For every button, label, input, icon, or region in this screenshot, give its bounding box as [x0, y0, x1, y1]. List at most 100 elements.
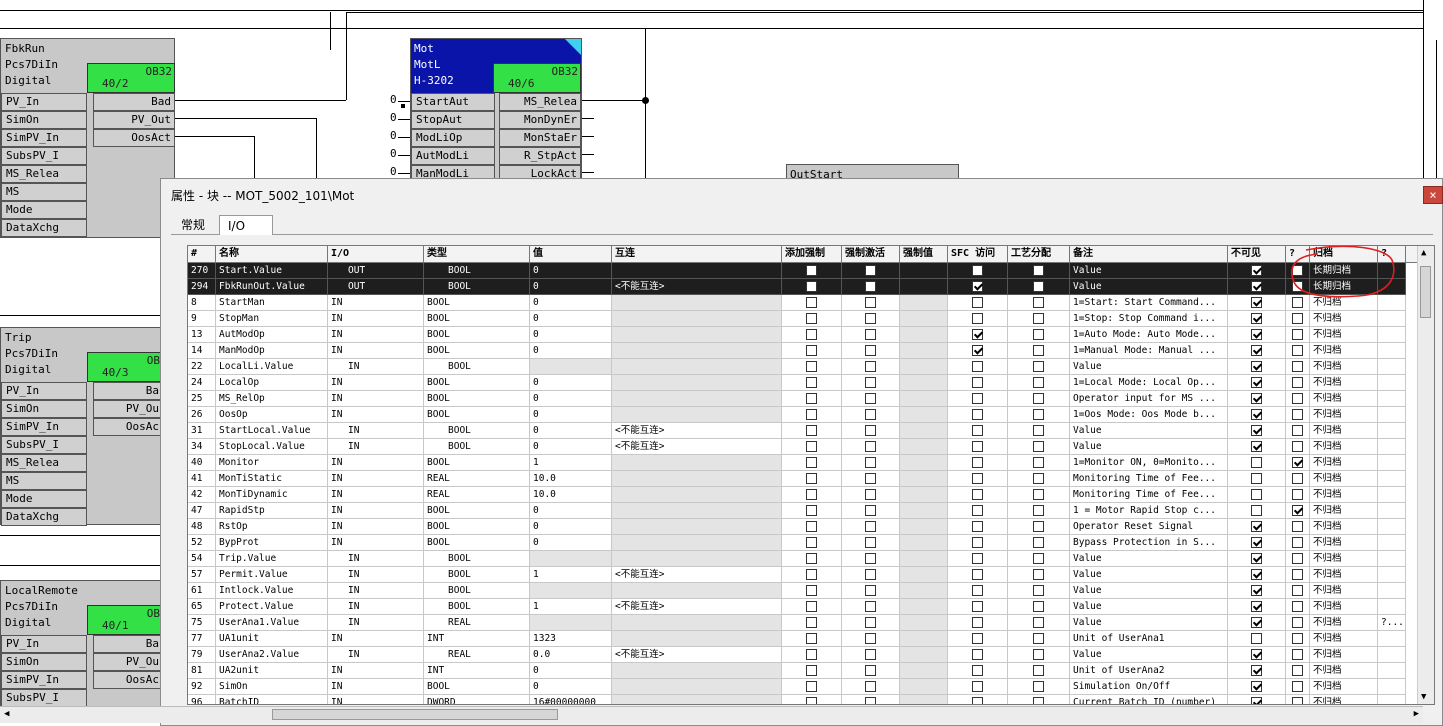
cell-invisible[interactable] — [1228, 647, 1286, 663]
cell-index[interactable]: 57 — [188, 567, 216, 583]
checkbox[interactable] — [972, 601, 983, 612]
checkbox[interactable] — [806, 425, 817, 436]
cell-type[interactable]: BOOL — [424, 311, 530, 327]
cell-index[interactable]: 9 — [188, 311, 216, 327]
checkbox[interactable] — [1251, 681, 1262, 692]
cell-force-value[interactable] — [900, 327, 948, 343]
cell-force-value[interactable] — [900, 631, 948, 647]
scroll-up-arrow[interactable]: ▲ — [1421, 248, 1426, 258]
output-pin[interactable]: R_StpAct — [499, 147, 581, 165]
cell-interconnection[interactable] — [612, 327, 782, 343]
cell-tech-assign[interactable] — [1008, 679, 1070, 695]
cell-interconnection[interactable] — [612, 695, 782, 704]
input-pin[interactable]: ModLiOp — [411, 129, 495, 147]
cell-add-force[interactable] — [782, 295, 842, 311]
checkbox[interactable] — [1033, 377, 1044, 388]
cell-add-force[interactable] — [782, 359, 842, 375]
input-pin[interactable]: SimPV_In — [1, 418, 87, 436]
cell-io[interactable]: IN — [328, 583, 424, 599]
cell-force-value[interactable] — [900, 535, 948, 551]
checkbox[interactable] — [1033, 569, 1044, 580]
cell-force-active[interactable] — [842, 615, 900, 631]
checkbox[interactable] — [1251, 569, 1262, 580]
cell-q[interactable] — [1286, 439, 1310, 455]
table-row[interactable]: 22 LocalLi.Value IN BOOL Value 不归档 — [188, 359, 1418, 375]
cell-io[interactable]: IN — [328, 407, 424, 423]
checkbox[interactable] — [1251, 473, 1262, 484]
cell-type[interactable]: BOOL — [424, 423, 530, 439]
input-pin[interactable]: SimPV_In — [1, 129, 87, 147]
checkbox[interactable] — [972, 265, 983, 276]
cell-force-active[interactable] — [842, 391, 900, 407]
cell-value[interactable]: 10.0 — [530, 471, 612, 487]
checkbox[interactable] — [865, 633, 876, 644]
cell-force-value[interactable] — [900, 583, 948, 599]
checkbox[interactable] — [1251, 361, 1262, 372]
cell-value[interactable]: 0 — [530, 535, 612, 551]
cell-comment[interactable]: Monitoring Time of Fee... — [1070, 487, 1228, 503]
checkbox[interactable] — [865, 505, 876, 516]
cell-name[interactable]: RapidStp — [216, 503, 328, 519]
column-header[interactable]: 互连 — [612, 246, 782, 262]
checkbox[interactable] — [1292, 409, 1303, 420]
cell-type[interactable]: BOOL — [424, 583, 530, 599]
cell-invisible[interactable] — [1228, 567, 1286, 583]
checkbox[interactable] — [1033, 441, 1044, 452]
cell-name[interactable]: Permit.Value — [216, 567, 328, 583]
checkbox[interactable] — [972, 665, 983, 676]
checkbox[interactable] — [865, 521, 876, 532]
checkbox[interactable] — [1292, 329, 1303, 340]
checkbox[interactable] — [1033, 697, 1044, 704]
checkbox[interactable] — [972, 489, 983, 500]
output-pin[interactable]: Bad — [93, 93, 175, 111]
checkbox[interactable] — [1251, 617, 1262, 628]
cell-name[interactable]: UserAna2.Value — [216, 647, 328, 663]
column-header[interactable]: # — [188, 246, 216, 262]
cell-extra[interactable] — [1378, 551, 1406, 567]
column-header[interactable]: 不可见 — [1228, 246, 1286, 262]
checkbox[interactable] — [972, 441, 983, 452]
output-pin[interactable]: OosAct — [93, 129, 175, 147]
output-pin[interactable]: MS_Relea — [499, 93, 581, 111]
cell-io[interactable]: IN — [328, 423, 424, 439]
function-block-trip[interactable]: Trip Pcs7DiIn Digital OB 40/3 PV_In SimO… — [0, 327, 163, 526]
cell-type[interactable]: REAL — [424, 615, 530, 631]
cell-q[interactable] — [1286, 343, 1310, 359]
cell-extra[interactable] — [1378, 663, 1406, 679]
cell-extra[interactable] — [1378, 391, 1406, 407]
cell-io[interactable]: IN — [328, 647, 424, 663]
checkbox[interactable] — [865, 393, 876, 404]
cell-name[interactable]: BypProt — [216, 535, 328, 551]
cell-value[interactable]: 0 — [530, 519, 612, 535]
cell-invisible[interactable] — [1228, 599, 1286, 615]
checkbox[interactable] — [1292, 553, 1303, 564]
cell-tech-assign[interactable] — [1008, 519, 1070, 535]
checkbox[interactable] — [972, 313, 983, 324]
checkbox[interactable] — [1033, 489, 1044, 500]
cell-force-active[interactable] — [842, 407, 900, 423]
cell-invisible[interactable] — [1228, 471, 1286, 487]
cell-sfc-access[interactable] — [948, 567, 1008, 583]
cell-name[interactable]: UserAna1.Value — [216, 615, 328, 631]
table-row[interactable]: 65 Protect.Value IN BOOL 1 <不能互连> Value 不归档 — [188, 599, 1418, 615]
cell-name[interactable]: MonTiStatic — [216, 471, 328, 487]
cell-comment[interactable]: 1=Local Mode: Local Op... — [1070, 375, 1228, 391]
cell-type[interactable]: BOOL — [424, 343, 530, 359]
cell-index[interactable]: 40 — [188, 455, 216, 471]
checkbox[interactable] — [865, 489, 876, 500]
checkbox[interactable] — [1251, 409, 1262, 420]
checkbox[interactable] — [1033, 457, 1044, 468]
table-row[interactable]: 24 LocalOp IN BOOL 0 1=Local Mode: Local Op..… — [188, 375, 1418, 391]
cell-interconnection[interactable] — [612, 583, 782, 599]
cell-invisible[interactable] — [1228, 695, 1286, 704]
checkbox[interactable] — [1033, 585, 1044, 596]
checkbox[interactable] — [806, 633, 817, 644]
cell-force-active[interactable] — [842, 471, 900, 487]
cell-interconnection[interactable]: <不能互连> — [612, 599, 782, 615]
checkbox[interactable] — [1033, 681, 1044, 692]
cell-name[interactable]: OosOp — [216, 407, 328, 423]
cell-comment[interactable]: Value — [1070, 583, 1228, 599]
cell-name[interactable]: AutModOp — [216, 327, 328, 343]
cell-index[interactable]: 92 — [188, 679, 216, 695]
block-properties-dialog[interactable]: 属性 - 块 -- MOT_5002_101\Mot × 常规 I/O # 名称 I… — [160, 178, 1443, 726]
